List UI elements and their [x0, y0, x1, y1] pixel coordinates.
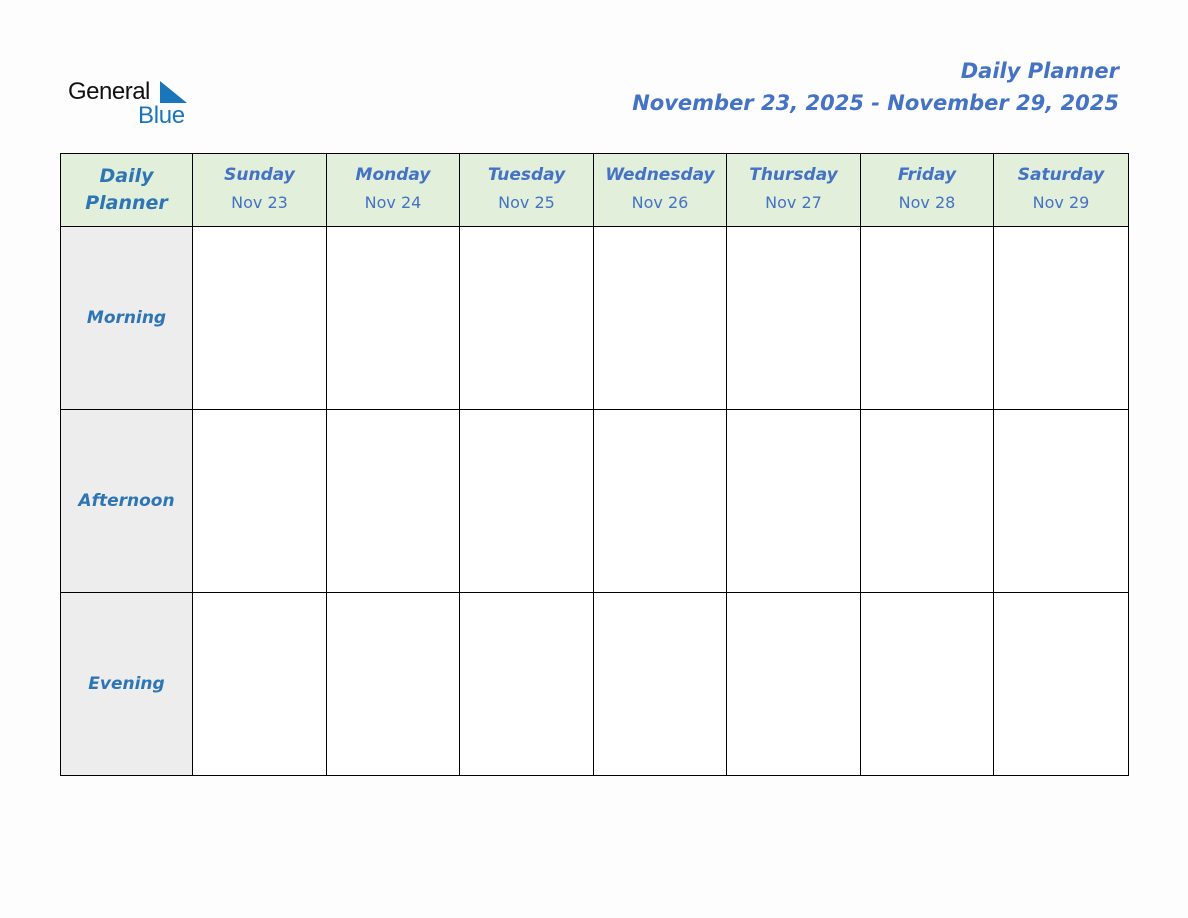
header-row: Daily Planner Sunday Nov 23 Monday Nov 24 … — [60, 153, 1129, 227]
day-date: Nov 28 — [898, 193, 956, 212]
day-header-sunday: Sunday Nov 23 — [192, 153, 327, 227]
corner-label-line2: Planner — [85, 192, 168, 214]
day-date: Nov 25 — [498, 193, 555, 212]
period-label: Morning — [60, 226, 193, 410]
planner-cell[interactable] — [726, 409, 861, 593]
planner-cell[interactable] — [593, 409, 727, 593]
day-header-tuesday: Tuesday Nov 25 — [459, 153, 594, 227]
day-date: Nov 26 — [631, 193, 689, 212]
day-name: Saturday — [1017, 165, 1105, 185]
title-block: Daily Planner November 23, 2025 - Novemb… — [632, 56, 1119, 120]
planner-cell[interactable] — [326, 226, 460, 410]
planner-cell[interactable] — [593, 226, 727, 410]
day-date: Nov 23 — [231, 193, 288, 212]
planner-cell[interactable] — [726, 226, 861, 410]
day-name: Sunday — [224, 165, 295, 185]
planner-cell[interactable] — [192, 226, 327, 410]
logo-word-blue: Blue — [138, 102, 185, 129]
day-header-friday: Friday Nov 28 — [860, 153, 994, 227]
planner-cell[interactable] — [192, 409, 327, 593]
day-name: Friday — [897, 165, 957, 185]
day-header-monday: Monday Nov 24 — [326, 153, 460, 227]
page-title: Daily Planner — [960, 59, 1119, 83]
triangle-flag-icon — [160, 81, 187, 103]
planner-cell[interactable] — [993, 409, 1129, 593]
period-row-afternoon: Afternoon — [60, 409, 1129, 593]
corner-label-line1: Daily — [99, 165, 154, 187]
period-row-morning: Morning — [60, 226, 1129, 410]
day-date: Nov 27 — [765, 193, 822, 212]
planner-cell[interactable] — [459, 592, 594, 776]
planner-table: Daily Planner Sunday Nov 23 Monday Nov 24 … — [60, 153, 1129, 776]
date-range: November 23, 2025 - November 29, 2025 — [632, 91, 1119, 115]
planner-cell[interactable] — [726, 592, 861, 776]
day-date: Nov 29 — [1032, 193, 1090, 212]
planner-cell[interactable] — [192, 592, 327, 776]
day-header-thursday: Thursday Nov 27 — [726, 153, 861, 227]
planner-cell[interactable] — [326, 592, 460, 776]
day-name: Wednesday — [605, 165, 715, 185]
day-header-saturday: Saturday Nov 29 — [993, 153, 1129, 227]
day-name: Thursday — [749, 165, 838, 185]
generalblue-logo: General Blue — [68, 78, 198, 130]
planner-cell[interactable] — [993, 226, 1129, 410]
day-header-wednesday: Wednesday Nov 26 — [593, 153, 727, 227]
planner-cell[interactable] — [860, 592, 994, 776]
period-label: Evening — [60, 592, 193, 776]
planner-cell[interactable] — [459, 409, 594, 593]
corner-header: Daily Planner — [60, 153, 193, 227]
planner-cell[interactable] — [459, 226, 594, 410]
planner-cell[interactable] — [593, 592, 727, 776]
day-date: Nov 24 — [364, 193, 422, 212]
planner-cell[interactable] — [860, 226, 994, 410]
day-name: Monday — [355, 165, 431, 185]
planner-cell[interactable] — [326, 409, 460, 593]
planner-cell[interactable] — [860, 409, 994, 593]
period-row-evening: Evening — [60, 592, 1129, 776]
planner-cell[interactable] — [993, 592, 1129, 776]
period-label: Afternoon — [60, 409, 193, 593]
day-name: Tuesday — [487, 165, 566, 185]
